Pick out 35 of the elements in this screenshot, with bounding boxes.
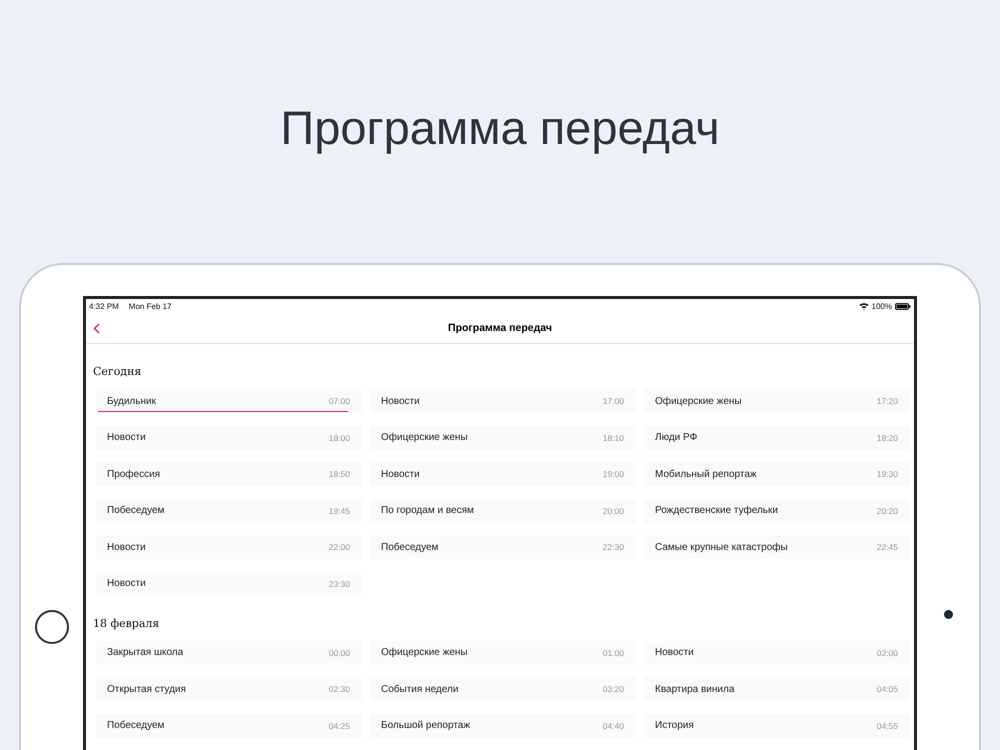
battery-icon [895,302,911,310]
program-item[interactable]: События недели 03:20 [370,677,636,701]
camera-dot [944,610,952,619]
program-item[interactable]: Люди РФ 18:20 [644,426,910,450]
section-title: 18 февраля [93,616,160,632]
program-item[interactable]: Новости 23:30 [96,572,362,596]
program-item[interactable]: Побеседуем 19:45 [96,498,362,522]
program-item[interactable]: Побеседуем 22:30 [370,535,636,559]
program-item[interactable]: Квартира винила 04:05 [644,677,910,701]
program-item[interactable]: Новости 22:00 [96,535,362,559]
program-item[interactable]: Большой репортаж 04:40 [370,714,636,738]
program-item[interactable]: Закрытая школа 00:00 [96,640,362,664]
program-item[interactable]: Побеседуем 04:25 [96,714,362,738]
program-item[interactable]: Будильник 07:00 [96,389,362,413]
program-item[interactable]: Новости 19:00 [370,462,636,486]
status-date: Mon Feb 17 [128,302,172,310]
status-time: 4:32 PM [89,302,119,310]
program-item[interactable]: Новости 17:00 [370,389,636,413]
program-item[interactable]: Офицерские жены 18:10 [370,426,636,450]
program-item[interactable]: Самые крупные катастрофы 22:45 [644,535,910,559]
program-item[interactable]: Новости 18:00 [96,426,362,450]
battery-percent: 100% [872,302,892,310]
section-title: Сегодня [93,364,142,380]
program-item[interactable]: Офицерские жены 17:20 [644,389,910,413]
program-item[interactable]: Профессия 18:50 [96,462,362,486]
program-item[interactable]: Офицерские жены 01:00 [370,640,636,664]
program-item[interactable]: Открытая студия 02:30 [96,677,362,701]
nav-title: Программа передач [448,322,552,334]
page-headline: Программа передач [280,100,720,156]
program-item[interactable]: По городам и весям 20:00 [370,498,636,522]
wifi-icon [858,302,869,310]
program-item[interactable]: Рождественские туфельки 20:20 [644,498,910,522]
program-item[interactable]: Мобильный репортаж 19:30 [644,462,910,486]
program-item[interactable]: Новости 02:00 [644,640,910,664]
program-item[interactable]: История 04:55 [644,714,910,738]
